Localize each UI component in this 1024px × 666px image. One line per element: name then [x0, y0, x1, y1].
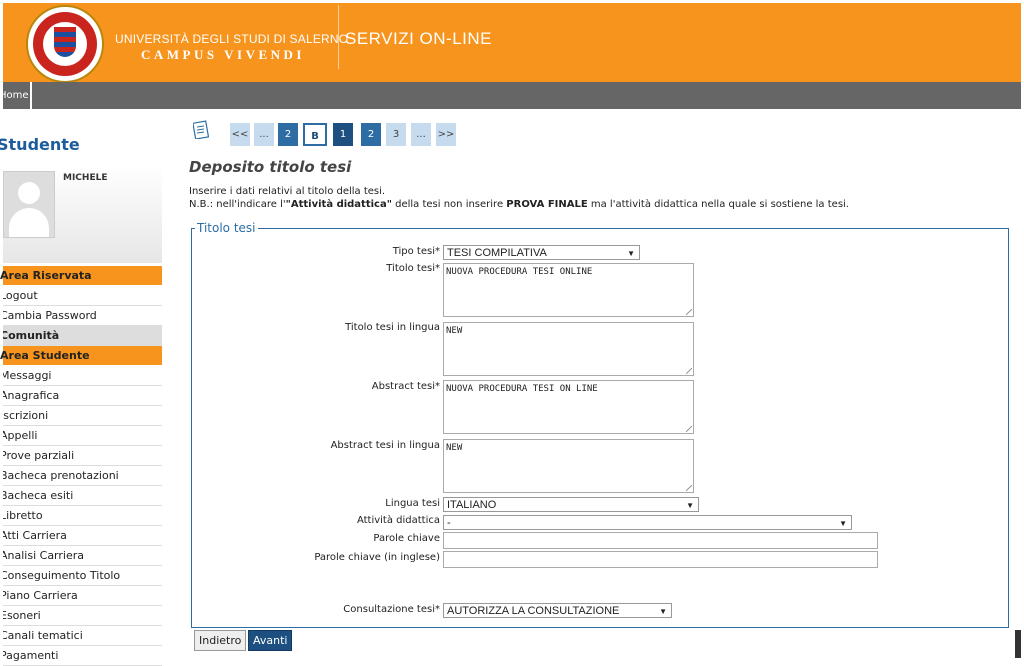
next-button[interactable]: Avanti: [248, 630, 293, 651]
sidebar-item-piano-carriera[interactable]: Piano Carriera: [3, 586, 162, 606]
sidebar-item-appelli[interactable]: Appelli: [3, 426, 162, 446]
pager-item[interactable]: B: [303, 123, 327, 146]
university-name: UNIVERSITÀ DEGLI STUDI DI SALERNO: [115, 32, 349, 46]
sidebar-item-prove-parziali[interactable]: Prove parziali: [3, 446, 162, 466]
pager-item[interactable]: 2: [278, 123, 298, 146]
chevron-down-icon: ▼: [627, 249, 635, 258]
sidebar-item-atti-carriera[interactable]: Atti Carriera: [3, 526, 162, 546]
sidebar-item-anagrafica[interactable]: Anagrafica: [3, 386, 162, 406]
top-navbar: Home: [3, 82, 1021, 109]
lingua-select[interactable]: ITALIANO ▼: [443, 497, 699, 512]
consultazione-select[interactable]: AUTORIZZA LA CONSULTAZIONE ▼: [443, 603, 672, 618]
resize-grip-icon[interactable]: [686, 368, 692, 374]
sidebar-item-libretto[interactable]: Libretto: [3, 506, 162, 526]
sidebar-item-esoneri[interactable]: Esoneri: [3, 606, 162, 626]
tipo-tesi-label: Tipo tesi*: [392, 246, 440, 257]
scrollbar[interactable]: [1015, 630, 1021, 658]
chevron-down-icon: ▼: [686, 501, 694, 510]
parole-chiave-en-label: Parole chiave (in inglese): [314, 552, 440, 563]
abstract-textarea[interactable]: NUOVA PROCEDURA TESI ON LINE: [443, 380, 694, 434]
lingua-label: Lingua tesi: [385, 498, 440, 509]
intro-text: Inserire i dati relativi al titolo della…: [189, 186, 386, 197]
attivita-label: Attività didattica: [356, 515, 440, 526]
attivita-select[interactable]: - ▼: [443, 515, 852, 530]
sidebar-item-bacheca-esiti[interactable]: Bacheca esiti: [3, 486, 162, 506]
titolo-tesi-label: Titolo tesi*: [386, 263, 440, 274]
user-name: MICHELE: [63, 173, 108, 183]
resize-grip-icon[interactable]: [686, 426, 692, 432]
sidebar-item-logout[interactable]: Logout: [3, 286, 162, 306]
page-title: Deposito titolo tesi: [189, 158, 352, 176]
pager-item[interactable]: <<: [230, 123, 250, 146]
intro-note: N.B.: nell'indicare l'"Attività didattic…: [189, 199, 849, 210]
parole-chiave-input[interactable]: [443, 532, 878, 549]
chevron-down-icon: ▼: [839, 519, 847, 528]
header-divider: [338, 5, 339, 69]
sidebar-item-bacheca-prenotazioni[interactable]: Bacheca prenotazioni: [3, 466, 162, 486]
sidebar-section-area-studente: Area Studente: [0, 346, 162, 365]
pager-item[interactable]: ...: [254, 123, 274, 146]
notepad-icon: [193, 120, 209, 139]
sidebar-item-comunit-[interactable]: Comunità: [3, 326, 162, 346]
site-header: UNIVERSITÀ DEGLI STUDI DI SALERNO CAMPUS…: [3, 3, 1021, 83]
titolo-lingua-label: Titolo tesi in lingua: [345, 322, 440, 333]
chevron-down-icon: ▼: [659, 607, 667, 616]
sidebar-title: Studente: [0, 135, 80, 154]
abstract-lingua-textarea[interactable]: NEW: [443, 439, 694, 493]
parole-chiave-en-input[interactable]: [443, 551, 878, 568]
fieldset-legend: Titolo tesi: [195, 221, 258, 235]
pager-item[interactable]: 2: [361, 123, 381, 146]
pager-item[interactable]: 1: [333, 123, 353, 146]
sidebar-section-area-riservata: Area Riservata: [0, 266, 162, 285]
university-seal-logo[interactable]: [26, 5, 104, 83]
services-title: SERVIZI ON-LINE: [345, 29, 492, 48]
titolo-lingua-textarea[interactable]: NEW: [443, 322, 694, 376]
abstract-lingua-label: Abstract tesi in lingua: [330, 440, 440, 451]
sidebar-item-iscrizioni[interactable]: Iscrizioni: [3, 406, 162, 426]
user-profile-card: MICHELE: [3, 165, 162, 263]
back-button[interactable]: Indietro: [194, 630, 247, 651]
nav-home-link[interactable]: Home: [3, 82, 32, 109]
abstract-label: Abstract tesi*: [371, 381, 440, 392]
sidebar-item-pagamenti[interactable]: Pagamenti: [3, 646, 162, 666]
parole-chiave-label: Parole chiave: [373, 533, 440, 544]
avatar: [3, 171, 55, 238]
sidebar-item-canali-tematici[interactable]: Canali tematici: [3, 626, 162, 646]
pager-item[interactable]: >>: [436, 123, 456, 146]
consultazione-label: Consultazione tesi*: [343, 604, 440, 615]
resize-grip-icon[interactable]: [686, 309, 692, 315]
resize-grip-icon[interactable]: [686, 485, 692, 491]
pager-item[interactable]: 3: [386, 123, 406, 146]
sidebar: Studente MICHELE Area Riservata Logout Cam…: [0, 110, 162, 666]
sidebar-item-conseguimento-titolo[interactable]: Conseguimento Titolo: [3, 566, 162, 586]
university-motto: CAMPUS VIVENDI: [141, 47, 305, 62]
sidebar-item-cambia-password[interactable]: Cambia Password: [3, 306, 162, 326]
sidebar-item-messaggi[interactable]: Messaggi: [3, 366, 162, 386]
tipo-tesi-select[interactable]: TESI COMPILATIVA ▼: [443, 245, 640, 260]
titolo-tesi-textarea[interactable]: NUOVA PROCEDURA TESI ONLINE: [443, 263, 694, 317]
sidebar-item-analisi-carriera[interactable]: Analisi Carriera: [3, 546, 162, 566]
pager-item[interactable]: ...: [411, 123, 431, 146]
